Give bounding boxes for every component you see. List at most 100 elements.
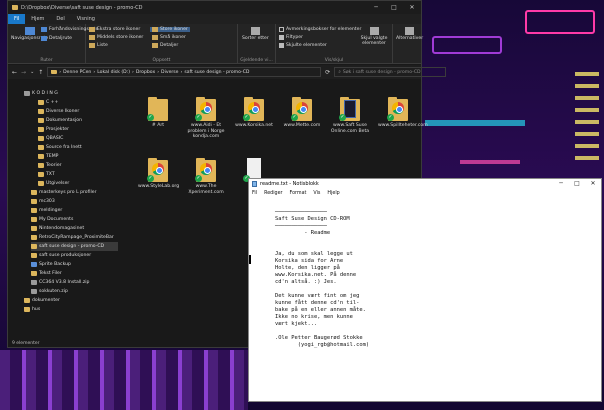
file-art[interactable]: ✓ # Art — [138, 96, 178, 129]
layout-large-icons[interactable]: Store ikoner — [150, 27, 190, 32]
nav-item-hus[interactable]: hus — [24, 305, 40, 314]
refresh-icon[interactable]: ⟳ — [325, 69, 330, 76]
options-button[interactable]: Alternativer — [396, 27, 423, 41]
tab-visning[interactable]: Visning — [71, 14, 101, 24]
nav-item-tekst-filer[interactable]: Tekst Filer — [31, 269, 62, 278]
maximize-button[interactable]: □ — [385, 1, 403, 14]
forward-arrow-icon[interactable]: → — [21, 69, 26, 76]
chevron-down-icon[interactable]: ⌄ — [30, 69, 34, 75]
breadcrumb-this-pc[interactable]: Denne PCen — [63, 70, 91, 75]
nav-item-teorier[interactable]: Teorier — [38, 161, 62, 170]
file-xperiment[interactable]: ✓ www.The Xperiment.com — [186, 157, 226, 195]
minimize-button[interactable]: ─ — [553, 179, 569, 189]
nav-item-masterkeys[interactable]: masterkeys pro L profiler — [31, 188, 97, 197]
menu-vis[interactable]: Vis — [313, 191, 320, 196]
checkbox-icon — [279, 27, 284, 32]
layout-small-icons[interactable]: Små ikoner — [152, 35, 186, 40]
file-saft-suse-online[interactable]: ✓ www.Saft Suse Online.com Beta — [330, 96, 370, 134]
breadcrumb-separator: › — [59, 69, 62, 75]
nav-item-cc364-zip[interactable]: CC364 V3.8 Install.zip — [31, 278, 89, 287]
file-mette[interactable]: ✓ www.Mette.com — [282, 96, 322, 129]
file-extensions-toggle[interactable]: Filtyper — [279, 35, 303, 40]
nav-item-dokumentasjon[interactable]: Dokumentasjon — [38, 116, 82, 125]
close-button[interactable]: ✕ — [585, 179, 601, 189]
up-arrow-icon[interactable]: ↑ — [38, 69, 43, 76]
nav-item-source[interactable]: Source fra Inett — [38, 143, 82, 152]
breadcrumb-local-disk[interactable]: Lokal disk (D:) — [97, 70, 130, 75]
details-pane-button[interactable]: Detaljrute — [41, 36, 72, 41]
nav-item-qbasic[interactable]: QBASIC — [38, 134, 63, 143]
nav-item-meldinger[interactable]: meldinger — [31, 206, 62, 215]
navigation-pane-icon — [24, 27, 35, 35]
nav-item-koding[interactable]: K O D I N G — [24, 89, 58, 98]
menu-format[interactable]: Format — [290, 191, 307, 196]
nav-item-label: RetroCityRampage_ProximiteBar — [39, 235, 114, 240]
nav-item-sprite-backup[interactable]: Sprite Backup — [31, 260, 71, 269]
nav-item-txt[interactable]: TXT — [38, 170, 55, 179]
nav-item-label: K O D I N G — [32, 91, 58, 96]
layout-list[interactable]: Liste — [89, 43, 108, 48]
layout-details[interactable]: Detaljer — [152, 43, 178, 48]
chrome-shortcut-icon: ✓ — [147, 157, 169, 183]
nav-item-label: saft suse produksjoner — [39, 253, 92, 258]
nav-item-label: sokkuten.zip — [39, 289, 68, 294]
maximize-button[interactable]: □ — [569, 179, 585, 189]
nav-item-saft-suse-produksjoner[interactable]: saft suse produksjoner — [31, 251, 91, 260]
minimize-button[interactable]: ─ — [367, 1, 385, 14]
tab-hjem[interactable]: Hjem — [25, 14, 50, 24]
sort-by-button[interactable]: Sorter etter — [242, 27, 269, 41]
sync-check-icon: ✓ — [387, 114, 394, 121]
folder-icon — [31, 199, 37, 204]
file-spillteheter[interactable]: ✓ www.Spillteheter.com — [378, 96, 428, 129]
nav-item-retrocity[interactable]: RetroCityRampage_ProximiteBar — [31, 233, 114, 242]
layout-extra-large-icons[interactable]: Ekstra store ikoner — [89, 27, 140, 32]
hidden-items-toggle[interactable]: Skjulte elementer — [279, 43, 327, 48]
breadcrumb-diverse[interactable]: Diverse — [161, 70, 178, 75]
layout-details-label: Detaljer — [160, 43, 179, 48]
nav-item-prosjekter[interactable]: Prosjekter — [38, 125, 69, 134]
address-bar-row: ← → ⌄ ↑ › Denne PCen › Lokal disk (D:) › D… — [8, 65, 447, 79]
extra-large-icons-icon — [89, 27, 95, 32]
sync-check-icon: ✓ — [195, 175, 202, 182]
menu-rediger[interactable]: Rediger — [264, 191, 282, 196]
file-aidi[interactable]: ✓ www.Aidi - Et problem i Norge kondja.c… — [186, 96, 226, 140]
tab-del[interactable]: Del — [50, 14, 70, 24]
item-checkboxes-toggle[interactable]: Avmerkingsbokser for elementer — [279, 27, 361, 32]
close-button[interactable]: ✕ — [403, 1, 421, 14]
breadcrumb-current[interactable]: saft suse design - promo-CD — [184, 70, 249, 75]
file-label: www.Saft Suse Online.com Beta — [330, 123, 370, 134]
folder-icon — [31, 190, 37, 195]
file-korsika[interactable]: ✓ www.Korsika.net — [234, 96, 274, 129]
notepad-text-area[interactable]: ──────────────── Saft Suse Design CD-ROM… — [249, 199, 601, 401]
nav-item-temp[interactable]: TEMP — [38, 152, 58, 161]
nav-item-label: My Documents — [39, 217, 74, 222]
text-line: vært kjekt... — [275, 321, 318, 327]
file-label: www.StyleLab.org — [138, 184, 180, 189]
layout-medium-icons[interactable]: Middels store ikoner — [89, 35, 143, 40]
nav-item-utgivelser[interactable]: Utgivelser — [38, 179, 69, 188]
address-bar[interactable]: › Denne PCen › Lokal disk (D:) › Dropbox › … — [47, 67, 322, 77]
hide-selected-button[interactable]: Skjul valgte elementer — [358, 27, 390, 46]
nav-item-my-documents[interactable]: My Documents — [31, 215, 73, 224]
nav-item-nintendomagasinet[interactable]: Nintendomagasinet — [31, 224, 84, 233]
folder-icon — [24, 91, 30, 96]
breadcrumb-dropbox[interactable]: Dropbox — [136, 70, 155, 75]
search-input[interactable]: ⌕ Søk i saft suse design - promo-CD — [334, 67, 447, 77]
tab-fil[interactable]: Fil — [8, 14, 26, 24]
nav-item-sokkuten-zip[interactable]: sokkuten.zip — [31, 287, 68, 296]
menu-fil[interactable]: Fil — [252, 191, 257, 196]
nav-item-diverse-ikoner[interactable]: Diverse Ikoner — [38, 107, 79, 116]
search-icon: ⌕ — [338, 70, 341, 75]
nav-item-c[interactable]: C ++ — [38, 98, 58, 107]
nav-item-dokumenter[interactable]: dokumenter — [24, 296, 60, 305]
folder-icon — [24, 307, 30, 312]
nav-item-label: TEMP — [46, 154, 59, 159]
nav-item-saft-suse-promo[interactable]: saft suse design - promo-CD — [31, 242, 118, 251]
file-stylelab[interactable]: ✓ www.StyleLab.org — [138, 157, 180, 190]
back-arrow-icon[interactable]: ← — [12, 69, 17, 76]
nav-item-label: CC364 V3.8 Install.zip — [39, 280, 90, 285]
file-label: www.The Xperiment.com — [188, 184, 224, 195]
nav-item-mc303[interactable]: mc303 — [31, 197, 55, 206]
menu-hjelp[interactable]: Hjelp — [327, 191, 339, 196]
list-icon — [89, 43, 95, 48]
